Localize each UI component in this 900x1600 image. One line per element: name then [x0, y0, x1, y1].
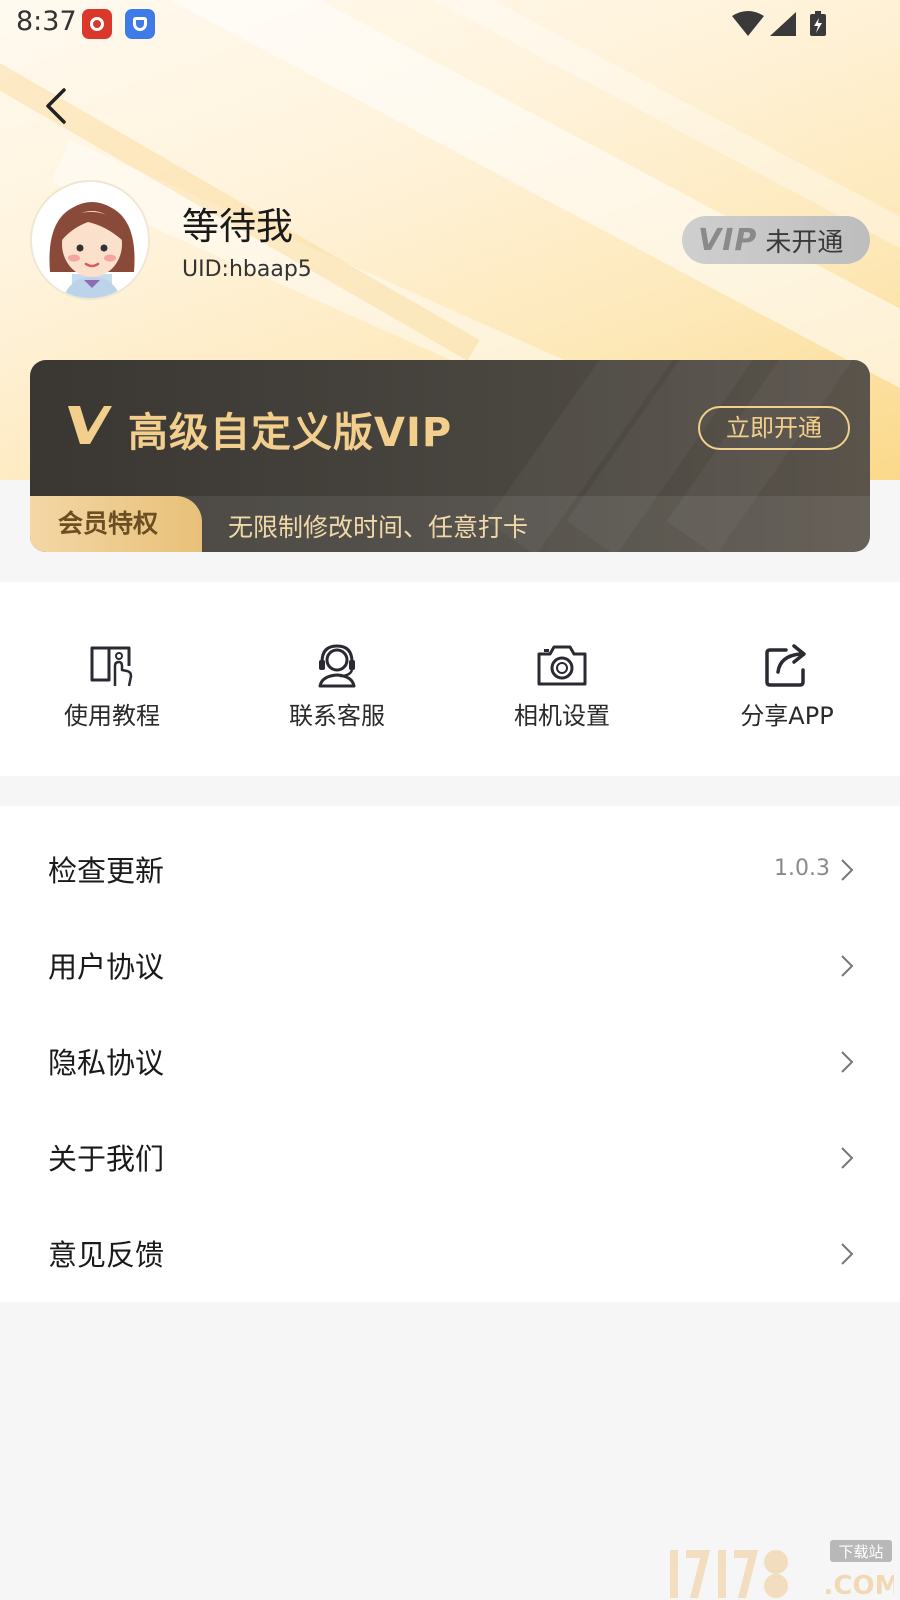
- status-time: 8:37: [16, 6, 77, 37]
- weibo-notification-icon: [82, 9, 112, 39]
- chevron-right-icon: [841, 955, 854, 977]
- quick-action-customer-service[interactable]: 联系客服: [262, 642, 412, 731]
- wifi-icon: [732, 11, 764, 36]
- quick-action-label: 使用教程: [64, 702, 160, 730]
- menu-item-feedback[interactable]: 意见反馈: [0, 1206, 900, 1302]
- menu-item-about-us[interactable]: 关于我们: [0, 1110, 900, 1206]
- app-notification-icon: [125, 9, 155, 39]
- quick-action-label: 相机设置: [514, 702, 610, 730]
- menu-item-label: 隐私协议: [48, 1046, 165, 1080]
- svg-text:.COM: .COM: [824, 1571, 894, 1600]
- cellular-signal-icon: [770, 12, 796, 36]
- system-status-icons: [732, 11, 826, 36]
- version-number: 1.0.3: [774, 856, 830, 881]
- user-uid: UID:hbaap5: [182, 257, 312, 282]
- chevron-right-icon: [841, 1147, 854, 1169]
- vip-v-logo-icon: [68, 406, 112, 444]
- site-watermark-logo: 下载站 .COM: [670, 1540, 894, 1600]
- vip-card-title: 高级自定义版VIP: [128, 410, 453, 456]
- quick-action-tutorial[interactable]: 使用教程: [37, 642, 187, 731]
- quick-actions: 使用教程 联系客服 相机设置 分享APP: [0, 582, 900, 776]
- menu-item-label: 用户协议: [48, 950, 165, 984]
- user-name: 等待我: [182, 205, 293, 248]
- menu-item-label: 检查更新: [48, 854, 165, 888]
- headset-icon: [318, 644, 356, 688]
- open-vip-button[interactable]: 立即开通: [698, 406, 850, 450]
- vip-status-badge[interactable]: VIP 未开通: [682, 216, 870, 264]
- quick-action-label: 联系客服: [289, 702, 385, 730]
- vip-privilege-bar: 会员特权 无限制修改时间、任意打卡: [30, 496, 870, 552]
- menu-item-check-update[interactable]: 检查更新 1.0.3: [0, 822, 900, 918]
- battery-icon: [810, 11, 826, 36]
- tutorial-book-icon: [90, 646, 133, 687]
- vip-mark: VIP: [698, 222, 758, 258]
- vip-promo-card[interactable]: 高级自定义版VIP 立即开通 会员特权 无限制修改时间、任意打卡: [30, 360, 870, 552]
- privilege-tag: 会员特权: [30, 496, 202, 552]
- menu-item-label: 关于我们: [48, 1142, 165, 1176]
- quick-action-camera-settings[interactable]: 相机设置: [487, 642, 637, 731]
- share-icon: [765, 644, 806, 687]
- menu-item-privacy-agreement[interactable]: 隐私协议: [0, 1014, 900, 1110]
- avatar[interactable]: [30, 180, 150, 300]
- camera-icon: [537, 645, 587, 686]
- menu-item-user-agreement[interactable]: 用户协议: [0, 918, 900, 1014]
- menu-item-label: 意见反馈: [48, 1238, 165, 1272]
- chevron-right-icon: [841, 859, 854, 881]
- chevron-right-icon: [841, 1243, 854, 1265]
- back-arrow-icon[interactable]: [36, 84, 80, 128]
- chevron-right-icon: [841, 1051, 854, 1073]
- privilege-text: 无限制修改时间、任意打卡: [228, 513, 529, 542]
- quick-action-label: 分享APP: [740, 702, 834, 730]
- svg-text:下载站: 下载站: [838, 1543, 883, 1561]
- vip-status-label: 未开通: [765, 227, 844, 258]
- quick-action-share-app[interactable]: 分享APP: [712, 642, 862, 731]
- settings-menu-list: 检查更新 1.0.3 用户协议 隐私协议 关于我们 意见反馈: [0, 806, 900, 1302]
- status-bar: 8:37: [0, 0, 900, 48]
- girl-avatar-icon: [32, 182, 148, 298]
